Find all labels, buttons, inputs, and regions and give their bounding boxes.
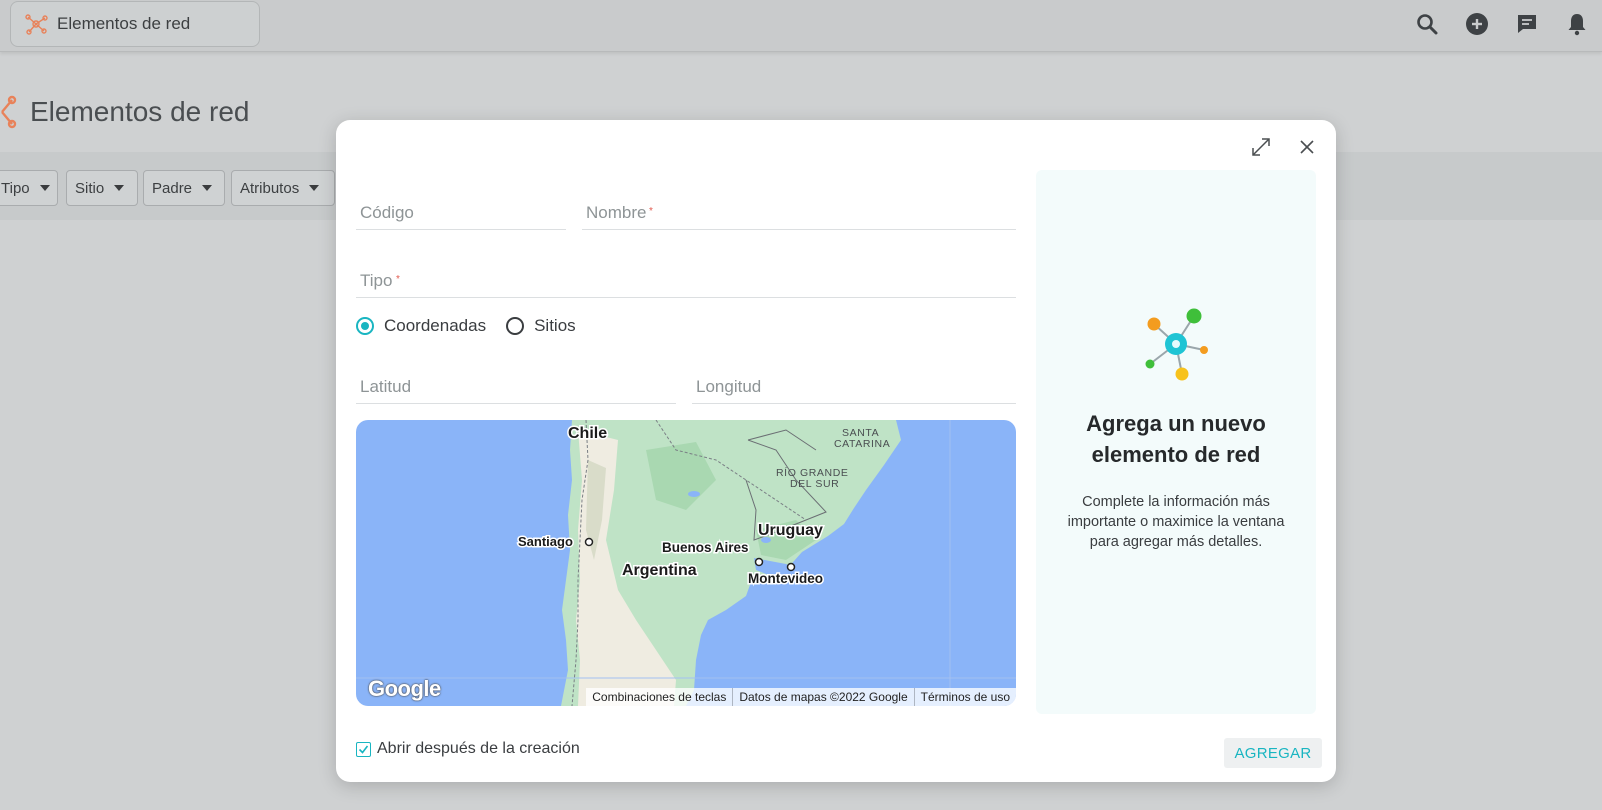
map-label-catarina: CATARINA	[834, 438, 890, 450]
dialog-tools	[1246, 132, 1322, 162]
map-terms-link[interactable]: Términos de uso	[913, 688, 1016, 706]
map-graphic: Chile Santiago Argentina Buenos Aires Ur…	[356, 420, 1016, 706]
add-circle-icon	[1466, 13, 1488, 35]
map-label-santiago: Santiago	[518, 534, 573, 549]
filter-label: Atributos	[240, 179, 300, 197]
open-after-checkbox[interactable]	[356, 741, 371, 757]
chat-button[interactable]	[1502, 8, 1552, 40]
tipo-input[interactable]	[360, 271, 1012, 291]
expand-icon	[1252, 138, 1270, 156]
filter-sitio[interactable]: Sitio	[66, 170, 138, 206]
caret-down-icon	[114, 185, 125, 191]
info-title: Agrega un nuevo elemento de red	[1036, 408, 1316, 470]
maximize-button[interactable]	[1246, 132, 1276, 162]
info-description: Complete la información más importante o…	[1067, 494, 1285, 550]
close-button[interactable]	[1292, 132, 1322, 162]
top-bar: Elementos de red	[0, 0, 1602, 52]
check-icon	[358, 745, 369, 754]
required-marker: *	[396, 274, 400, 285]
close-icon	[1300, 140, 1314, 154]
codigo-input[interactable]	[360, 203, 562, 223]
info-panel: Agrega un nuevo elemento de red Complete…	[1036, 170, 1316, 714]
radio-sitios-label[interactable]: Sitios	[534, 316, 576, 336]
radio-sitios[interactable]	[506, 317, 525, 335]
latitud-field[interactable]	[356, 366, 676, 404]
filter-label: Tipo	[1, 179, 30, 197]
tipo-field[interactable]: *	[356, 260, 1016, 298]
page-title: Elementos de red	[30, 96, 250, 127]
app-chip[interactable]: Elementos de red	[10, 1, 260, 47]
info-title-line2: elemento de red	[1091, 442, 1261, 467]
filter-label: Sitio	[75, 179, 105, 197]
top-icons	[1402, 8, 1602, 40]
info-title-line1: Agrega un nuevo	[1086, 411, 1266, 436]
notifications-button[interactable]	[1552, 8, 1602, 40]
page-heading: Elementos de red	[0, 92, 249, 132]
bell-icon	[1568, 14, 1586, 36]
longitud-input[interactable]	[696, 377, 1012, 397]
codigo-field[interactable]	[356, 192, 566, 230]
agregar-button[interactable]: AGREGAR	[1224, 738, 1322, 768]
location-mode-group: Coordenadas Sitios	[356, 316, 596, 336]
map-label-argentina: Argentina	[622, 562, 697, 579]
google-logo: Google	[368, 676, 441, 701]
caret-down-icon	[39, 185, 50, 191]
map-data-attribution: Datos de mapas ©2022 Google	[732, 688, 913, 706]
filter-padre[interactable]: Padre	[143, 170, 225, 206]
map-label-montevideo: Montevideo	[748, 571, 823, 586]
map-view[interactable]: Chile Santiago Argentina Buenos Aires Ur…	[356, 420, 1016, 706]
radio-coordenadas-label[interactable]: Coordenadas	[384, 316, 486, 336]
longitud-field[interactable]	[692, 366, 1016, 404]
required-marker: *	[649, 206, 653, 217]
map-label-del-sur: DEL SUR	[790, 478, 839, 490]
filter-tipo[interactable]: Tipo	[0, 170, 58, 206]
app-chip-label: Elementos de red	[57, 14, 191, 33]
network-nodes-icon	[1, 95, 17, 129]
latitud-input[interactable]	[360, 377, 672, 397]
open-after-label[interactable]: Abrir después de la creación	[377, 740, 580, 758]
map-footer: Combinaciones de teclas Datos de mapas ©…	[586, 688, 1016, 706]
add-button[interactable]	[1452, 8, 1502, 40]
filter-label: Padre	[152, 179, 193, 197]
radio-coordenadas[interactable]	[356, 317, 374, 335]
caret-down-icon	[309, 185, 320, 191]
network-nodes-icon	[25, 14, 48, 35]
map-keyboard-shortcuts-link[interactable]: Combinaciones de teclas	[586, 688, 732, 706]
chat-icon	[1518, 15, 1536, 33]
network-molecule-icon	[1145, 308, 1208, 381]
nombre-field[interactable]: *	[582, 192, 1016, 230]
search-icon	[1417, 14, 1438, 35]
open-after-option[interactable]: Abrir después de la creación	[356, 740, 580, 758]
map-label-buenos-aires: Buenos Aires	[662, 540, 749, 555]
map-label-uruguay: Uruguay	[758, 522, 823, 539]
search-button[interactable]	[1402, 8, 1452, 40]
filter-atributos[interactable]: Atributos	[231, 170, 335, 206]
caret-down-icon	[202, 185, 213, 191]
map-label-chile: Chile	[568, 425, 607, 442]
create-network-element-dialog: * * Coordenadas Sitios	[336, 120, 1336, 782]
